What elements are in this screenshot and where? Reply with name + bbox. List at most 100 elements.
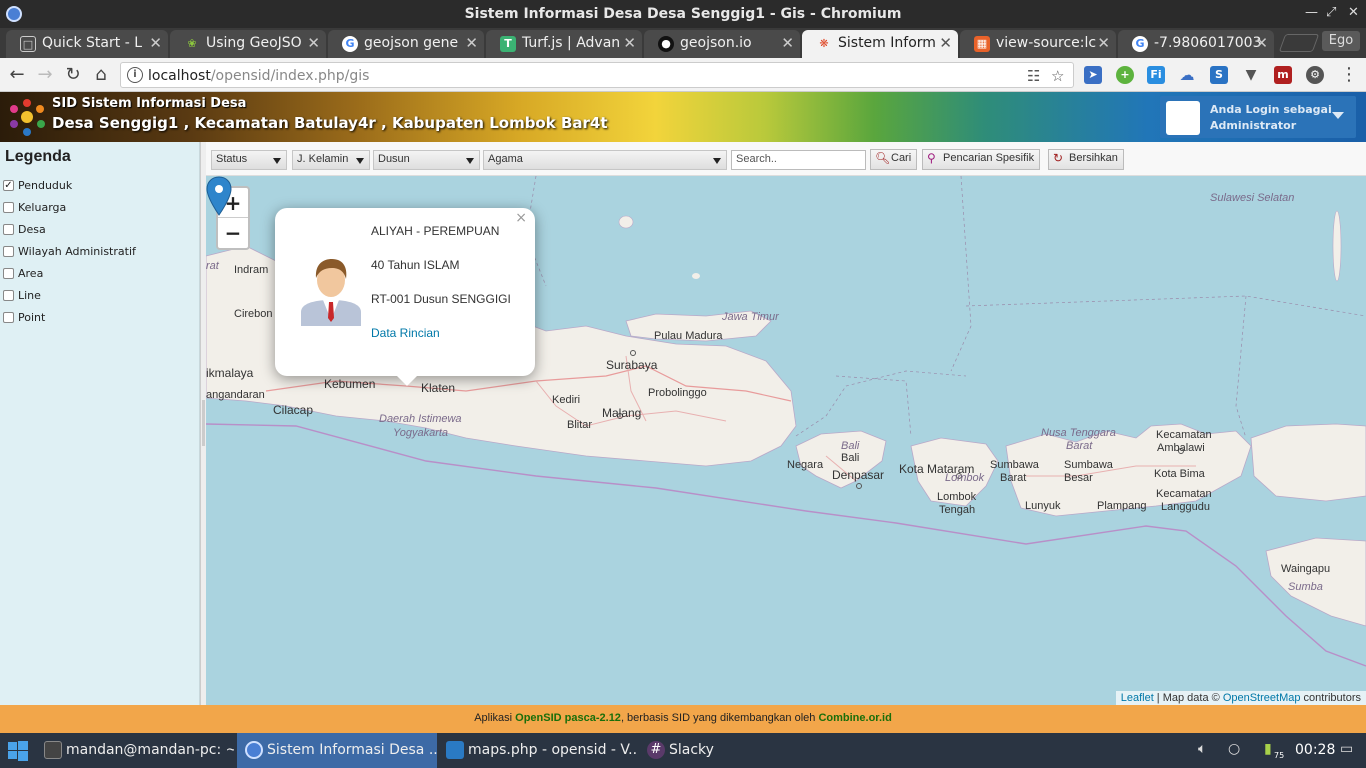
dusun-select[interactable]: Dusun bbox=[373, 150, 480, 170]
tab-close-icon[interactable]: ✕ bbox=[149, 34, 162, 52]
task-slacky[interactable]: # Slacky bbox=[639, 733, 739, 768]
checkbox[interactable] bbox=[3, 224, 14, 235]
map-label: Surabaya bbox=[606, 358, 658, 372]
footer-combine-link[interactable]: Combine.or.id bbox=[818, 712, 891, 724]
map-label: Plampang bbox=[1097, 500, 1147, 512]
new-tab-button[interactable] bbox=[1278, 34, 1320, 52]
map-label: Jawa Timur bbox=[722, 311, 779, 323]
map-label: rat bbox=[206, 260, 219, 272]
tab-turfjs[interactable]: T Turf.js | Advan ✕ bbox=[486, 30, 642, 58]
map-label: Malang bbox=[602, 406, 642, 420]
map-marker-icon[interactable] bbox=[206, 176, 232, 216]
volume-icon[interactable]: 🔈︎ bbox=[1198, 741, 1206, 757]
wifi-icon[interactable]: ○ bbox=[1228, 741, 1240, 757]
tab-close-icon[interactable]: ✕ bbox=[465, 34, 478, 52]
search-icon: 🔍︎ bbox=[875, 151, 891, 165]
tab-close-icon[interactable]: ✕ bbox=[1255, 34, 1268, 52]
checkbox[interactable] bbox=[3, 246, 14, 257]
forward-arrow-icon[interactable]: → bbox=[34, 64, 56, 86]
extension-pin-icon[interactable]: ➤ bbox=[1084, 66, 1102, 84]
checkbox[interactable] bbox=[3, 268, 14, 279]
battery-icon[interactable]: ▮ bbox=[1264, 741, 1272, 757]
tab-geojson-generator[interactable]: G geojson gene ✕ bbox=[328, 30, 484, 58]
bersihkan-button[interactable]: ↻ Bersihkan bbox=[1048, 149, 1124, 170]
legend-sidebar: Legenda ✓ Penduduk Keluarga Desa Wilayah… bbox=[0, 142, 200, 705]
tab-coordinate-search[interactable]: G -7.9806017003 ✕ bbox=[1118, 30, 1274, 58]
extension-plus-icon[interactable]: + bbox=[1116, 66, 1134, 84]
marker-popup: × ALIYAH - PEREMPUAN 40 Tahun ISLAM RT-0… bbox=[275, 208, 535, 386]
tab-geojson-io[interactable]: ● geojson.io ✕ bbox=[644, 30, 800, 58]
zoom-out-button[interactable]: − bbox=[218, 218, 248, 248]
gis-map[interactable]: Sulawesi Selatan Jawa Timur Pulau Madura… bbox=[206, 176, 1366, 705]
dropdown-arrow-icon bbox=[356, 158, 364, 164]
tab-label: -7.9806017003 bbox=[1154, 35, 1262, 51]
island bbox=[618, 215, 634, 229]
status-select[interactable]: Status bbox=[211, 150, 287, 170]
osm-link[interactable]: OpenStreetMap bbox=[1223, 692, 1301, 704]
search-input[interactable]: Search.. bbox=[731, 150, 866, 170]
footer-app-link[interactable]: OpenSID pasca-2.12 bbox=[515, 712, 621, 724]
windows-start-icon[interactable] bbox=[8, 741, 28, 761]
extension-s-icon[interactable]: S bbox=[1210, 66, 1228, 84]
flores-land bbox=[1250, 423, 1366, 502]
info-icon[interactable]: i bbox=[127, 67, 143, 83]
task-terminal[interactable]: mandan@mandan-pc: ~ bbox=[36, 733, 234, 768]
tab-label: Turf.js | Advan bbox=[522, 35, 621, 51]
clock[interactable]: 00:28 bbox=[1295, 742, 1335, 758]
cloud-icon[interactable]: ☁ bbox=[1178, 66, 1196, 84]
bookmark-star-icon[interactable]: ☆ bbox=[1051, 67, 1064, 85]
maximize-icon[interactable]: ⤢ bbox=[1326, 5, 1336, 20]
dropdown-arrow-icon bbox=[713, 158, 721, 164]
data-rincian-link[interactable]: Data Rincian bbox=[371, 326, 440, 340]
gender-select[interactable]: J. Kelamin bbox=[292, 150, 370, 170]
task-vscode[interactable]: maps.php - opensid - V... bbox=[438, 733, 638, 768]
user-menu[interactable]: Anda Login sebagai Administrator bbox=[1160, 96, 1356, 138]
popup-age-religion: 40 Tahun ISLAM bbox=[371, 258, 460, 272]
tab-close-icon[interactable]: ✕ bbox=[623, 34, 636, 52]
extension-m-icon[interactable]: m bbox=[1274, 66, 1292, 84]
extension-fi-icon[interactable]: Fi bbox=[1147, 66, 1165, 84]
leaflet-link[interactable]: Leaflet bbox=[1121, 692, 1154, 704]
battery-level: 75 bbox=[1274, 751, 1285, 760]
checkbox[interactable] bbox=[3, 202, 14, 213]
checkbox[interactable] bbox=[3, 290, 14, 301]
extension-gear-icon[interactable]: ⚙ bbox=[1306, 66, 1324, 84]
map-label: Barat bbox=[1000, 472, 1027, 484]
close-icon[interactable]: ✕ bbox=[1348, 5, 1359, 20]
tab-sistem-informasi[interactable]: ❋ Sistem Inform ✕ bbox=[802, 30, 958, 58]
reload-icon[interactable]: ↻ bbox=[62, 64, 84, 86]
back-arrow-icon[interactable]: ← bbox=[6, 64, 28, 86]
translate-icon[interactable]: ☷ bbox=[1027, 67, 1040, 85]
address-bar[interactable]: i localhost/opensid/index.php/gis ☷ ☆ bbox=[120, 62, 1074, 88]
tab-close-icon[interactable]: ✕ bbox=[939, 34, 952, 52]
tab-view-source[interactable]: ▦ view-source:lc ✕ bbox=[960, 30, 1116, 58]
cari-button[interactable]: 🔍︎ Cari bbox=[870, 149, 918, 170]
home-icon[interactable]: ⌂ bbox=[90, 64, 112, 86]
menu-kebab-icon[interactable]: ⋮ bbox=[1338, 64, 1360, 86]
map-label: Bali bbox=[841, 440, 860, 452]
map-label: Bali bbox=[841, 452, 860, 464]
profile-chip[interactable]: Ego bbox=[1322, 31, 1360, 51]
tab-close-icon[interactable]: ✕ bbox=[1097, 34, 1110, 52]
city-dot bbox=[856, 483, 862, 489]
show-desktop-icon[interactable]: ▭ bbox=[1340, 741, 1353, 757]
tab-label: geojson.io bbox=[680, 35, 752, 51]
checkbox-checked[interactable]: ✓ bbox=[3, 180, 14, 191]
checkbox[interactable] bbox=[3, 312, 14, 323]
tab-quick-start[interactable]: □ Quick Start - L ✕ bbox=[6, 30, 168, 58]
pencarian-spesifik-button[interactable]: ⚲ Pencarian Spesifik bbox=[922, 149, 1041, 170]
tab-using-geojson[interactable]: ❀ Using GeoJSO ✕ bbox=[170, 30, 326, 58]
splitter-grip[interactable] bbox=[202, 400, 205, 446]
tab-close-icon[interactable]: ✕ bbox=[781, 34, 794, 52]
task-chromium[interactable]: Sistem Informasi Desa ... bbox=[237, 733, 437, 768]
person-avatar-icon bbox=[301, 259, 361, 326]
map-label: Langgudu bbox=[1161, 501, 1210, 513]
map-label: Kota Bima bbox=[1154, 468, 1205, 480]
minimize-icon[interactable]: — bbox=[1305, 5, 1318, 20]
vuetools-icon[interactable]: ▼ bbox=[1242, 66, 1260, 84]
map-label: Denpasar bbox=[832, 468, 885, 482]
tab-close-icon[interactable]: ✕ bbox=[307, 34, 320, 52]
agama-select[interactable]: Agama bbox=[483, 150, 727, 170]
filter-bar: Status J. Kelamin Dusun Agama Search.. 🔍… bbox=[206, 142, 1366, 176]
popup-close-icon[interactable]: × bbox=[515, 210, 527, 226]
